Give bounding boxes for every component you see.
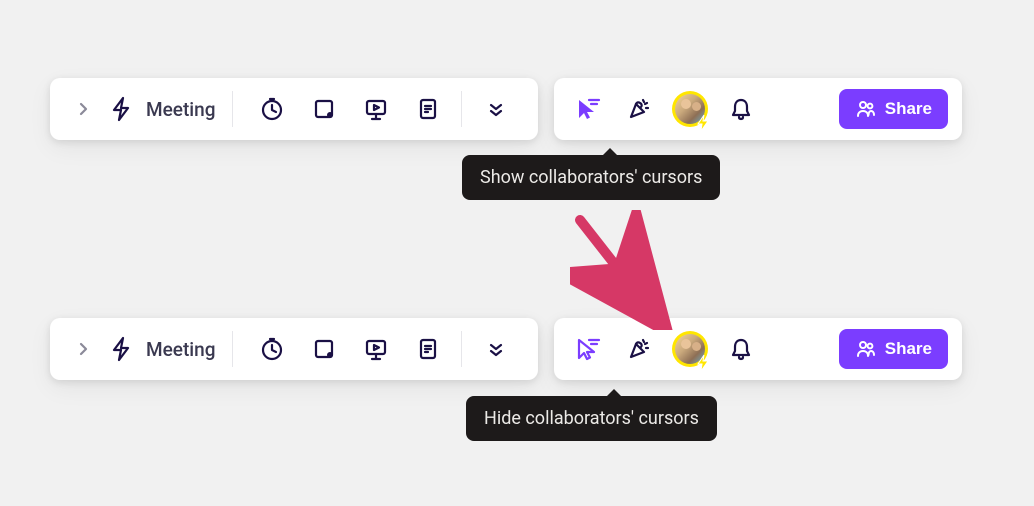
reactions-button[interactable]: [620, 330, 658, 368]
meeting-label: Meeting: [146, 338, 216, 361]
bell-icon: [728, 336, 754, 362]
expand-toggle[interactable]: [64, 90, 102, 128]
note-button[interactable]: [305, 330, 343, 368]
expand-toggle[interactable]: [64, 330, 102, 368]
timer-button[interactable]: [253, 90, 291, 128]
toolbar-right-card: Share: [554, 318, 962, 380]
meeting-label: Meeting: [146, 98, 216, 121]
left-tool-icons: [253, 330, 447, 368]
bolt-icon: [106, 94, 136, 124]
doc-button[interactable]: [409, 330, 447, 368]
toolbar-row-show: Meeting: [50, 78, 962, 140]
present-button[interactable]: [357, 90, 395, 128]
cursor-toggle-button[interactable]: [568, 90, 606, 128]
tooltip-show-cursors: Show collaborators' cursors: [462, 155, 720, 200]
cursor-toggle-button[interactable]: [568, 330, 606, 368]
notifications-button[interactable]: [722, 90, 760, 128]
bolt-badge-icon: [694, 354, 712, 372]
toolbar-row-hide: Meeting: [50, 318, 962, 380]
toolbar-left-card: Meeting: [50, 78, 538, 140]
divider: [461, 331, 462, 367]
chevron-right-icon: [76, 342, 90, 356]
avatar-button[interactable]: [672, 331, 708, 367]
timer-button[interactable]: [253, 330, 291, 368]
chevron-double-down-icon: [487, 340, 505, 358]
share-label: Share: [885, 99, 932, 119]
party-popper-icon: [625, 95, 653, 123]
bell-icon: [728, 96, 754, 122]
document-icon: [415, 96, 441, 122]
toolbar-right-card: Share: [554, 78, 962, 140]
meeting-button[interactable]: Meeting: [106, 94, 216, 124]
doc-button[interactable]: [409, 90, 447, 128]
people-icon: [855, 98, 877, 120]
tooltip-hide-cursors: Hide collaborators' cursors: [466, 396, 717, 441]
sticky-note-icon: [311, 96, 337, 122]
sticky-note-icon: [311, 336, 337, 362]
divider: [232, 91, 233, 127]
reactions-button[interactable]: [620, 90, 658, 128]
present-button[interactable]: [357, 330, 395, 368]
annotation-arrow-icon: [570, 210, 690, 330]
share-label: Share: [885, 339, 932, 359]
share-button[interactable]: Share: [839, 329, 948, 369]
more-button[interactable]: [474, 90, 518, 128]
divider: [232, 331, 233, 367]
meeting-button[interactable]: Meeting: [106, 334, 216, 364]
note-button[interactable]: [305, 90, 343, 128]
divider: [461, 91, 462, 127]
avatar-button[interactable]: [672, 91, 708, 127]
cursor-icon: [572, 94, 602, 124]
left-tool-icons: [253, 90, 447, 128]
timer-icon: [259, 336, 285, 362]
bolt-icon: [106, 334, 136, 364]
timer-icon: [259, 96, 285, 122]
bolt-badge-icon: [694, 114, 712, 132]
notifications-button[interactable]: [722, 330, 760, 368]
presentation-icon: [363, 96, 389, 122]
toolbar-left-card: Meeting: [50, 318, 538, 380]
people-icon: [855, 338, 877, 360]
presentation-icon: [363, 336, 389, 362]
chevron-right-icon: [76, 102, 90, 116]
share-button[interactable]: Share: [839, 89, 948, 129]
cursor-outline-icon: [572, 334, 602, 364]
party-popper-icon: [625, 335, 653, 363]
more-button[interactable]: [474, 330, 518, 368]
chevron-double-down-icon: [487, 100, 505, 118]
document-icon: [415, 336, 441, 362]
